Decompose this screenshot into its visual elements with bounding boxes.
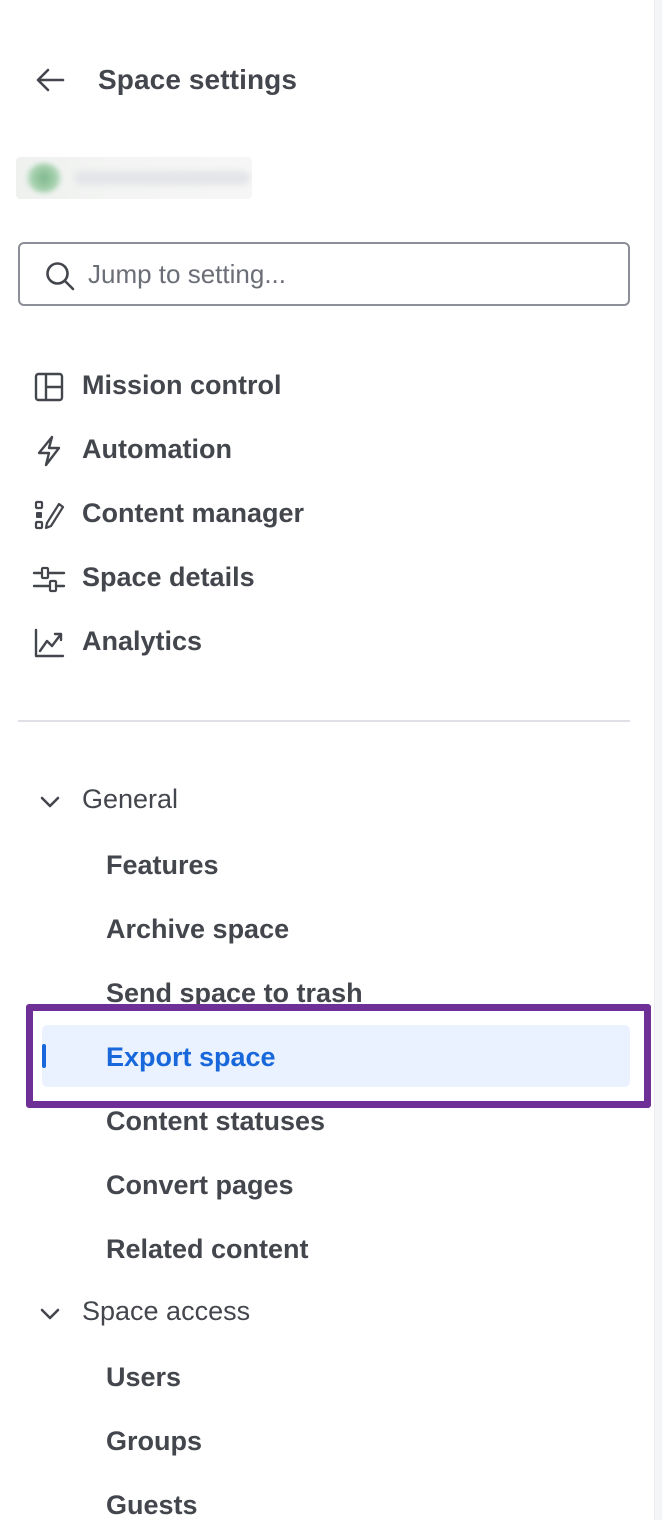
sub-item-label: Convert pages xyxy=(106,1170,294,1200)
sub-item-features[interactable]: Features xyxy=(42,833,630,895)
nav-item-analytics[interactable]: Analytics xyxy=(18,614,630,670)
section-label: General xyxy=(82,784,179,814)
chevron-down-icon xyxy=(40,1308,60,1320)
back-button[interactable] xyxy=(30,62,70,98)
sub-item-label: Groups xyxy=(106,1426,203,1456)
sub-item-archive-space[interactable]: Archive space xyxy=(42,897,630,959)
sub-item-content-statuses[interactable]: Content statuses xyxy=(42,1089,630,1151)
search-icon xyxy=(46,262,75,291)
sub-item-label: Content statuses xyxy=(106,1106,326,1136)
sidebar-header: Space settings xyxy=(0,50,654,110)
sub-item-convert-pages[interactable]: Convert pages xyxy=(42,1153,630,1215)
nav-item-label: Content manager xyxy=(82,498,305,528)
sub-item-export-space[interactable]: Export space xyxy=(42,1025,630,1087)
sub-item-guests[interactable]: Guests xyxy=(42,1473,630,1520)
nav-item-label: Space details xyxy=(82,562,255,592)
sub-item-groups[interactable]: Groups xyxy=(42,1409,630,1471)
nav-item-content-manager[interactable]: Content manager xyxy=(18,486,630,542)
chevron-down-icon xyxy=(40,796,60,808)
sub-item-label: Archive space xyxy=(106,914,290,944)
section-label: Space access xyxy=(82,1296,251,1326)
nav-item-label: Automation xyxy=(82,434,232,464)
search-field[interactable] xyxy=(18,242,630,306)
sub-item-label: Features xyxy=(106,850,219,880)
sub-item-send-space-to-trash[interactable]: Send space to trash xyxy=(42,961,630,1023)
nav-item-label: Mission control xyxy=(82,370,282,400)
layout-panel-icon xyxy=(34,372,64,402)
lightning-bolt-icon xyxy=(37,435,61,467)
space-settings-sidebar: Space settings Mission control Automatio… xyxy=(0,0,654,1520)
sub-item-related-content[interactable]: Related content xyxy=(42,1217,630,1279)
nav-item-mission-control[interactable]: Mission control xyxy=(18,358,630,414)
content-edit-icon xyxy=(34,500,65,530)
sub-item-users[interactable]: Users xyxy=(42,1345,630,1407)
sliders-icon xyxy=(32,566,66,593)
section-general-toggle[interactable]: General xyxy=(18,772,630,828)
space-name-blurred[interactable] xyxy=(16,157,252,199)
sub-item-label: Related content xyxy=(106,1234,309,1264)
space-name-redacted xyxy=(74,171,250,185)
search-input[interactable] xyxy=(88,244,608,304)
nav-item-space-details[interactable]: Space details xyxy=(18,550,630,606)
line-chart-icon xyxy=(34,628,65,658)
arrow-left-icon xyxy=(36,68,65,92)
selected-indicator xyxy=(42,1044,46,1068)
panel-edge xyxy=(654,0,662,1520)
page-title: Space settings xyxy=(98,64,298,95)
sub-item-label: Users xyxy=(106,1362,182,1392)
divider xyxy=(18,720,630,722)
nav-item-automation[interactable]: Automation xyxy=(18,422,630,478)
sub-item-label: Export space xyxy=(106,1042,276,1072)
space-avatar xyxy=(26,163,62,193)
sub-item-label: Send space to trash xyxy=(106,978,363,1008)
sub-item-label: Guests xyxy=(106,1490,198,1520)
nav-item-label: Analytics xyxy=(82,626,203,656)
section-space-access-toggle[interactable]: Space access xyxy=(18,1284,630,1340)
